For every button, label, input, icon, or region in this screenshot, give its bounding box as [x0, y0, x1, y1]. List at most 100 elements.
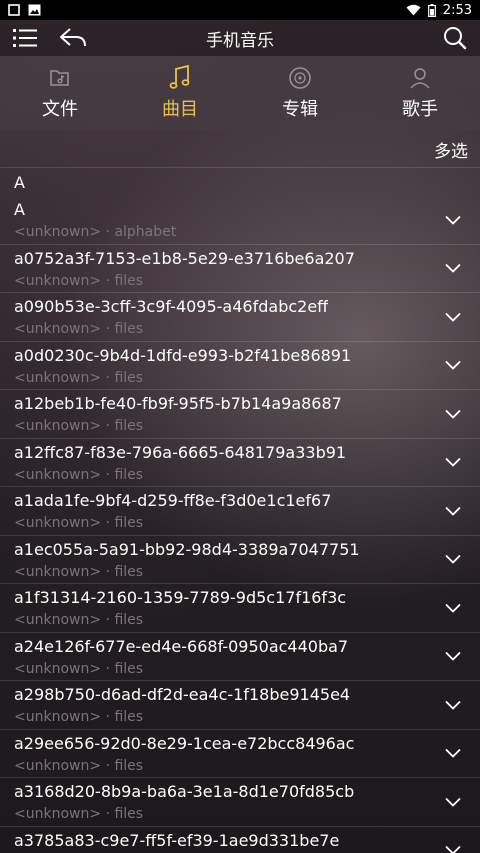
track-album: alphabet — [114, 224, 177, 240]
track-artist: <unknown> — [14, 224, 102, 240]
track-album: files — [114, 321, 144, 337]
toolbar-row: 多选 — [0, 132, 480, 168]
track-row[interactable]: a3168d20-8b9a-ba6a-3e1a-8d1e70fd85cb <un… — [0, 778, 480, 827]
chevron-down-icon — [445, 264, 461, 274]
track-row[interactable]: a29ee656-92d0-8e29-1cea-e72bcc8496ac <un… — [0, 730, 480, 778]
track-title: a12ffc87-f83e-796a-6665-648179a33b91 — [14, 442, 347, 462]
track-separator: · — [105, 660, 110, 677]
track-row[interactable]: a24e126f-677e-ed4e-668f-0950ac440ba7 <un… — [0, 633, 480, 681]
track-list: A <unknown> · alphabet a0752a3f-7153-e1b… — [0, 196, 480, 853]
notification-square-icon — [8, 4, 20, 16]
track-row[interactable]: a3785a83-c9e7-ff5f-ef39-1ae9d331be7e — [0, 827, 480, 853]
status-time: 2:53 — [442, 2, 472, 18]
track-subtitle: <unknown> · files — [14, 709, 143, 725]
track-artist: <unknown> — [14, 806, 102, 822]
tab-label-files: 文件 — [42, 99, 78, 120]
track-subtitle: <unknown> · files — [14, 758, 143, 774]
track-artist: <unknown> — [14, 709, 102, 725]
track-title: a1f31314-2160-1359-7789-9d5c17f16f3c — [14, 588, 347, 607]
track-album: files — [114, 563, 144, 580]
chevron-down-icon — [445, 846, 461, 853]
tab-label-albums: 专辑 — [282, 99, 318, 120]
track-row[interactable]: a12beb1b-fe40-fb9f-95f5-b7b14a9a8687 <un… — [0, 390, 480, 439]
expand-button[interactable] — [442, 839, 464, 853]
track-separator: · — [105, 369, 110, 386]
wifi-icon — [406, 4, 421, 16]
track-album: files — [114, 515, 144, 531]
expand-button[interactable] — [442, 500, 464, 522]
expand-button[interactable] — [442, 209, 464, 231]
menu-icon — [13, 29, 37, 47]
track-subtitle: <unknown> · files — [14, 321, 143, 337]
track-row[interactable]: a1f31314-2160-1359-7789-9d5c17f16f3c <un… — [0, 584, 480, 633]
track-artist: <unknown> — [14, 757, 102, 774]
track-title: a29ee656-92d0-8e29-1cea-e72bcc8496ac — [14, 733, 355, 753]
track-separator: · — [105, 612, 110, 628]
track-separator: · — [105, 321, 110, 337]
expand-button[interactable] — [442, 548, 464, 570]
chevron-down-icon — [445, 458, 461, 468]
chevron-down-icon — [445, 555, 461, 565]
back-arrow-icon — [60, 28, 86, 47]
track-row[interactable]: a298b750-d6ad-df2d-ea4c-1f18be9145e4 <un… — [0, 681, 480, 730]
chevron-down-icon — [445, 312, 461, 322]
battery-icon — [427, 3, 436, 17]
track-title: a12beb1b-fe40-fb9f-95f5-b7b14a9a8687 — [14, 394, 342, 413]
track-row[interactable]: a0752a3f-7153-e1b8-5e29-e3716be6a207 <un… — [0, 245, 480, 293]
chevron-down-icon — [445, 215, 461, 225]
track-title: a0752a3f-7153-e1b8-5e29-e3716be6a207 — [14, 248, 355, 268]
track-subtitle: <unknown> · files — [14, 612, 143, 628]
image-icon — [28, 4, 41, 16]
music-note-icon — [169, 65, 190, 89]
track-row[interactable]: a0d0230c-9b4d-1dfd-e993-b2f41be86891 <un… — [0, 342, 480, 390]
track-row[interactable]: a090b53e-3cff-3c9f-4095-a46fdabc2eff <un… — [0, 293, 480, 342]
track-artist: <unknown> — [14, 418, 102, 434]
back-button[interactable] — [58, 23, 88, 53]
tab-artists[interactable]: 歌手 — [360, 56, 480, 130]
expand-button[interactable] — [442, 645, 464, 667]
track-title: A — [14, 200, 25, 219]
track-album: files — [114, 757, 144, 774]
expand-button[interactable] — [442, 791, 464, 813]
tab-files[interactable]: 文件 — [0, 56, 120, 130]
track-album: files — [114, 466, 144, 483]
track-title: a0d0230c-9b4d-1dfd-e993-b2f41be86891 — [14, 345, 352, 365]
tab-tracks[interactable]: 曲目 — [120, 56, 240, 130]
chevron-down-icon — [445, 603, 461, 613]
folder-music-icon — [50, 70, 69, 86]
expand-button[interactable] — [442, 597, 464, 619]
track-artist: <unknown> — [14, 563, 102, 580]
search-button[interactable] — [440, 23, 470, 53]
expand-button[interactable] — [442, 694, 464, 716]
track-row[interactable]: a1ec055a-5a91-bb92-98d4-3389a7047751 <un… — [0, 536, 480, 584]
track-title: a298b750-d6ad-df2d-ea4c-1f18be9145e4 — [14, 685, 351, 704]
tab-albums[interactable]: 专辑 — [240, 56, 360, 130]
track-row[interactable]: a1ada1fe-9bf4-d259-ff8e-f3d0e1c1ef67 <un… — [0, 487, 480, 536]
expand-button[interactable] — [442, 257, 464, 279]
expand-button[interactable] — [442, 354, 464, 376]
track-title: a1ec055a-5a91-bb92-98d4-3389a7047751 — [14, 539, 360, 559]
menu-button[interactable] — [10, 23, 40, 53]
category-tabs: 文件 曲目 专辑 歌手 — [0, 56, 480, 130]
disc-icon — [289, 67, 311, 89]
multi-select-button[interactable]: 多选 — [434, 137, 468, 162]
track-album: files — [114, 660, 144, 677]
tab-label-tracks: 曲目 — [162, 99, 198, 120]
expand-button[interactable] — [442, 451, 464, 473]
expand-button[interactable] — [442, 306, 464, 328]
track-row[interactable]: a12ffc87-f83e-796a-6665-648179a33b91 <un… — [0, 439, 480, 487]
track-separator: · — [105, 757, 110, 774]
track-separator: · — [105, 806, 110, 822]
expand-button[interactable] — [442, 742, 464, 764]
track-artist: <unknown> — [14, 660, 102, 677]
track-row[interactable]: A <unknown> · alphabet — [0, 196, 480, 245]
expand-button[interactable] — [442, 403, 464, 425]
track-album: files — [114, 418, 144, 434]
app-header: 手机音乐 — [0, 20, 480, 56]
track-subtitle: <unknown> · files — [14, 467, 143, 483]
person-icon — [410, 68, 430, 89]
track-separator: · — [105, 418, 110, 434]
chevron-down-icon — [445, 749, 461, 759]
track-separator: · — [105, 272, 110, 289]
track-artist: <unknown> — [14, 515, 102, 531]
